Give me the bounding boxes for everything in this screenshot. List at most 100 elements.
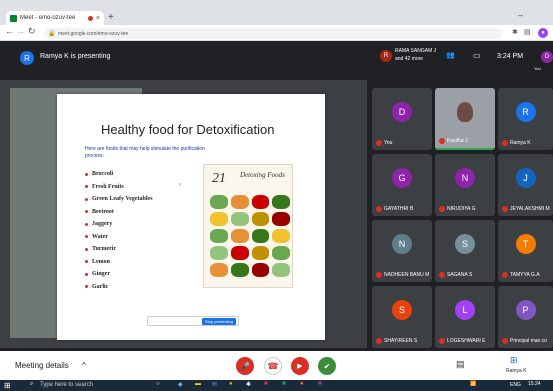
food-thumbnail (210, 195, 228, 209)
language-indicator[interactable]: ENG (510, 382, 521, 388)
participant-name-text: SHAYIREEN S (384, 338, 418, 344)
dropbox-icon[interactable]: ✱ (246, 381, 251, 388)
bullet-icon (85, 285, 88, 289)
food-list-item: Green Leafy Vegetables (85, 193, 153, 206)
food-thumbnail (210, 212, 228, 226)
edge-icon[interactable]: ◆ (178, 381, 183, 388)
host-name: RAMA SANGAM J (395, 48, 437, 54)
food-thumbnail (210, 246, 228, 260)
chevron-up-icon[interactable]: ^ (82, 361, 86, 370)
participant-tile[interactable]: Kavitha J (435, 88, 495, 150)
participant-tile[interactable]: G GAYATHRI B (372, 154, 432, 216)
participant-avatar: S (455, 233, 475, 254)
task-view-icon[interactable]: ○ (156, 381, 160, 387)
participant-tile[interactable]: J JEYALAKSHMI M (498, 154, 553, 216)
camera-off-button[interactable]: ▶ (291, 357, 309, 375)
participant-tile[interactable]: L LOGESHWARI E (435, 286, 495, 348)
bullet-icon (85, 260, 88, 264)
back-arrow-icon[interactable]: ← (5, 26, 14, 36)
participant-name-text: You (384, 140, 393, 146)
food-list: Broccoli Fresh Fruits Green Leafy Vegetabl… (85, 168, 153, 293)
mic-muted-icon (376, 140, 382, 146)
address-bar[interactable]: 🔒 meet.google.com/emo-ozuv-tee (44, 28, 502, 39)
participant-tile[interactable]: R Ramya K (498, 88, 553, 150)
participant-avatar: D (392, 101, 412, 122)
bookmark-icon[interactable]: ▤ (524, 28, 531, 36)
participant-tile[interactable]: N NIRUDIYA G (435, 154, 495, 216)
participant-name: Principal man.co (502, 338, 547, 344)
self-label: You (534, 66, 541, 71)
clock-time: 3:24 PM (497, 53, 524, 60)
participant-name: GAYATHRI B (376, 206, 413, 212)
file-explorer-icon[interactable]: ▬ (195, 381, 201, 387)
photos-icon[interactable]: ■ (264, 381, 268, 387)
mail-icon[interactable]: ✉ (212, 381, 217, 388)
reload-icon[interactable]: ↻ (28, 26, 36, 37)
meeting-details-link[interactable]: Meeting details (15, 361, 69, 370)
firefox-icon[interactable]: ● (300, 381, 304, 387)
participant-name-text: NADHEEN BANU M (384, 272, 430, 278)
minimize-button[interactable]: – (518, 10, 523, 20)
participant-name-text: GAYATHRI B (384, 206, 414, 212)
bullet-icon (85, 197, 88, 201)
food-name: Water (92, 233, 108, 240)
mic-off-button[interactable]: 🎤 (236, 357, 254, 375)
participant-tile[interactable]: S SHAYIREEN S (372, 286, 432, 348)
bullet-icon (85, 272, 88, 276)
mic-muted-icon (439, 272, 445, 278)
participant-tile[interactable]: N NADHEEN BANU M (372, 220, 432, 282)
participant-tile[interactable]: S SAGANA S (435, 220, 495, 282)
food-name: Ginger (92, 271, 110, 277)
excel-icon[interactable]: ■ (282, 381, 286, 387)
taskbar-search-icon[interactable]: ⌕ (30, 381, 33, 388)
food-thumbnail (272, 195, 290, 209)
participant-name: Kavitha J (439, 138, 468, 144)
slide: Healthy food for Detoxification Here are… (57, 94, 325, 340)
food-list-item: Fresh Fruits (85, 181, 153, 194)
captions-icon[interactable]: ▤ (456, 359, 465, 370)
food-list-item: Ginger (85, 268, 153, 281)
chat-icon[interactable]: ▭ (473, 51, 481, 60)
participant-avatar: G (392, 167, 412, 188)
taskbar-clock[interactable]: 15:24 (528, 381, 541, 387)
food-thumbnail (251, 212, 270, 226)
tab-close-icon[interactable]: × (96, 15, 100, 22)
captions-button[interactable]: ✔ (318, 357, 336, 375)
participant-tile[interactable]: T TAMYYA G.A (498, 220, 553, 282)
taskbar-app-icon[interactable]: ■ (318, 381, 322, 387)
people-icon[interactable]: 👥 (446, 51, 455, 59)
food-thumbnail (230, 212, 249, 226)
food-name: Green Leafy Vegetables (92, 196, 153, 202)
windows-start-icon[interactable]: ⊞ (4, 381, 11, 390)
profile-avatar-icon[interactable]: ● (538, 28, 548, 38)
participant-name: LOGESHWARI E (439, 338, 485, 344)
extension-icon[interactable]: ✱ (512, 28, 518, 36)
participant-name: JEYALAKSHMI M (502, 206, 550, 212)
cursor-arrow-icon: › (179, 182, 181, 188)
food-name: Jaggery (92, 221, 113, 227)
image-title-text: Detoxing Foods (240, 171, 285, 179)
mic-muted-icon (502, 140, 508, 146)
stop-presenting-button[interactable]: Stop presenting (201, 317, 236, 325)
forward-arrow-icon[interactable]: → (16, 26, 25, 36)
participant-avatar: R (515, 101, 536, 122)
present-now-icon[interactable]: ⊞ (510, 355, 518, 366)
taskbar-search-box[interactable]: Type here to search (40, 382, 93, 388)
new-tab-button[interactable]: + (108, 12, 114, 23)
chrome-icon[interactable]: ● (229, 381, 233, 387)
network-icon[interactable]: 📶 (470, 381, 476, 387)
participant-avatar: S (392, 299, 412, 320)
participant-name: Ramya K (502, 140, 531, 146)
food-name: Garlic (92, 283, 109, 290)
participant-tile[interactable]: P Principal man.co (498, 286, 553, 348)
food-thumbnail (251, 195, 270, 209)
participant-avatar: N (392, 233, 412, 254)
participant-tile[interactable]: D You (372, 88, 432, 150)
browser-tab[interactable]: Meet - emo-ozuv-tee × (6, 11, 104, 25)
presenter-label: Ramya K (506, 368, 527, 374)
participant-name: You (376, 140, 392, 146)
leave-call-button[interactable]: ☎ (264, 357, 282, 375)
food-name: Lemon (92, 258, 110, 265)
presenting-bar: R Ramya K is presenting R RAMA SANGAM J … (0, 41, 553, 80)
host-avatar: R (380, 50, 392, 62)
